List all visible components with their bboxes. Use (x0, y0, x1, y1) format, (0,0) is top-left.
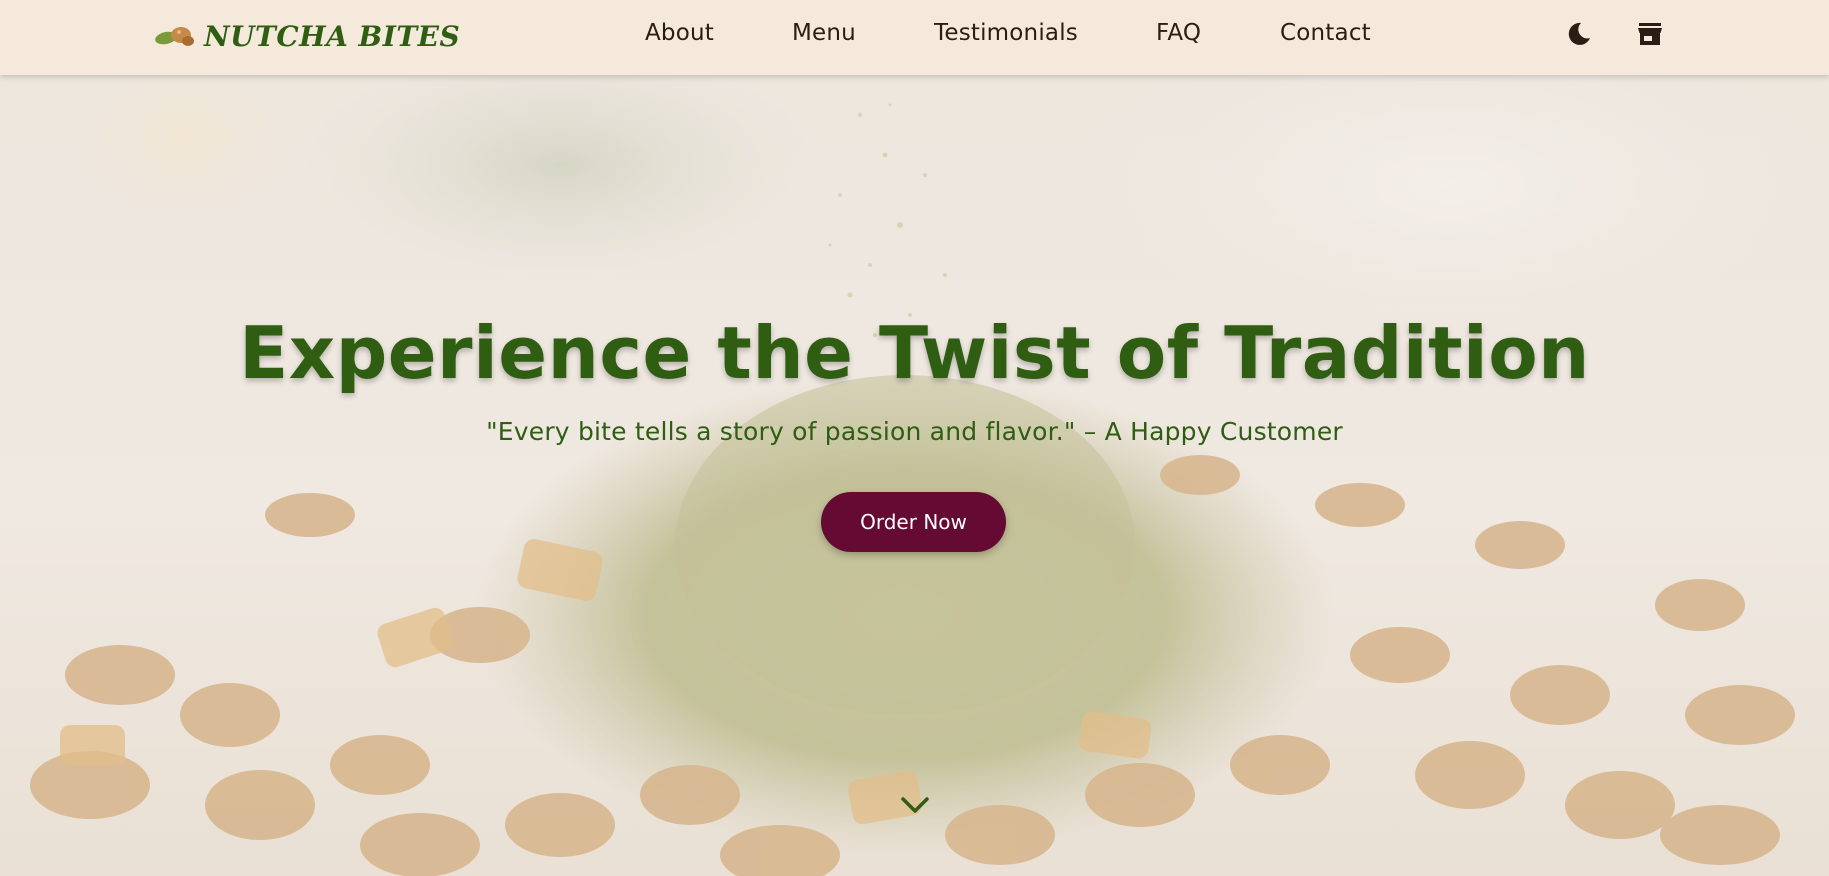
nav-about[interactable]: About (645, 20, 714, 46)
storefront-icon (1638, 23, 1662, 45)
hero-quote: "Every bite tells a story of passion and… (486, 417, 1343, 446)
nav-faq[interactable]: FAQ (1156, 20, 1201, 46)
hero-background-image (0, 75, 1829, 876)
nav-menu[interactable]: Menu (792, 20, 856, 46)
nav-testimonials[interactable]: Testimonials (934, 20, 1078, 46)
hero-title: Experience the Twist of Tradition (239, 311, 1590, 395)
brand-link[interactable]: NUTCHA BITES (152, 14, 460, 58)
brand-name: NUTCHA BITES (204, 19, 461, 53)
navbar: NUTCHA BITES About Menu Testimonials FAQ… (0, 0, 1829, 75)
order-now-button[interactable]: Order Now (821, 492, 1006, 552)
shop-button[interactable] (1636, 20, 1664, 48)
theme-toggle-button[interactable] (1565, 20, 1593, 48)
chevron-down-icon[interactable] (900, 795, 930, 815)
peanut-logo-icon (155, 27, 194, 46)
moon-icon (1568, 22, 1590, 45)
nav-contact[interactable]: Contact (1280, 20, 1371, 46)
hero-section: Experience the Twist of Tradition "Every… (0, 75, 1829, 876)
